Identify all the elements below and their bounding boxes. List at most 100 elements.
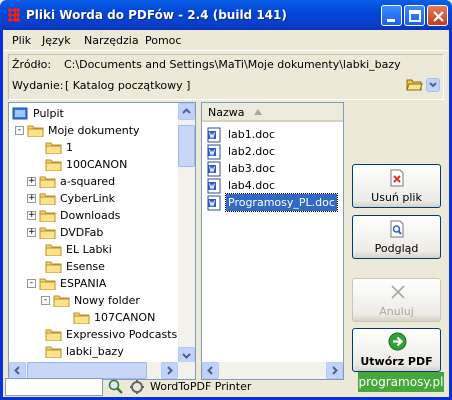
file-list-item[interactable]: lab4.doc xyxy=(206,177,341,194)
source-label: Źródło: xyxy=(12,58,52,71)
tree-item-label: EL Labki xyxy=(66,243,112,256)
remove-file-label: Usuń plik xyxy=(371,191,422,204)
tree-item[interactable]: + DVDFab xyxy=(27,224,195,241)
search-icon[interactable] xyxy=(108,379,124,395)
cancel-x-icon xyxy=(391,285,405,299)
close-icon xyxy=(433,11,444,22)
folder-tree[interactable]: Pulpit - Moje dokumenty 1 100CANON + a-squared… xyxy=(8,102,196,380)
tree-item[interactable]: + a-squared xyxy=(27,173,195,190)
minimize-button[interactable] xyxy=(381,5,402,26)
tree-item[interactable]: 1 xyxy=(45,139,195,156)
menu-narzedzia[interactable]: Narzędzia xyxy=(84,34,139,47)
tree-vertical-scrollbar[interactable] xyxy=(178,103,195,364)
folder-icon xyxy=(73,312,90,324)
file-name: Programosy_PL.doc xyxy=(225,193,338,212)
window-title: Pliki Worda do PDFów - 2.4 (build 141) xyxy=(26,8,287,22)
watermark: programosy.pl xyxy=(358,372,444,392)
tree-item-label: Downloads xyxy=(60,209,121,222)
cancel-button[interactable]: Anuluj xyxy=(352,278,441,322)
tree-item[interactable]: Esense xyxy=(45,258,195,275)
word-document-icon xyxy=(207,195,221,211)
preview-button[interactable]: Podgląd xyxy=(352,215,441,259)
folder-icon xyxy=(45,329,62,341)
open-folder-icon xyxy=(45,346,62,358)
edition-value: [ Katalog początkowy ] xyxy=(65,79,191,92)
expand-toggle-icon[interactable]: + xyxy=(27,211,36,220)
create-pdf-label: Utwórz PDF xyxy=(360,355,433,368)
folder-icon xyxy=(39,176,56,188)
expand-toggle-icon[interactable]: + xyxy=(27,194,36,203)
file-list-item[interactable]: lab3.doc xyxy=(206,160,341,177)
app-icon xyxy=(6,7,22,23)
browse-folder-button[interactable] xyxy=(406,76,423,93)
menu-jezyk[interactable]: Język xyxy=(42,34,71,47)
tree-item[interactable]: - ESPANIA xyxy=(27,275,195,292)
tree-item[interactable]: Pulpit xyxy=(12,105,182,122)
desktop-icon xyxy=(12,107,28,120)
close-button[interactable] xyxy=(427,5,448,26)
scroll-up-button[interactable] xyxy=(178,103,195,120)
collapse-toggle-icon[interactable]: - xyxy=(15,126,24,135)
create-pdf-button[interactable]: Utwórz PDF xyxy=(352,328,441,372)
folder-icon xyxy=(39,227,56,239)
chevron-down-icon xyxy=(429,82,437,88)
folder-icon xyxy=(45,142,62,154)
menu-plik[interactable]: Plik xyxy=(12,34,31,47)
printer-name: WordToPDF Printer xyxy=(150,380,252,393)
app-window: Pliki Worda do PDFów - 2.4 (build 141) P… xyxy=(0,0,452,400)
file-list-item[interactable]: lab2.doc xyxy=(206,143,341,160)
tree-item-label: Pulpit xyxy=(33,107,64,120)
window-client: Plik Język Narzędzia Pomoc Źródło: C:\Do… xyxy=(3,30,449,397)
tree-item-label: 1 xyxy=(66,141,73,154)
tree-item[interactable]: + CyberLink xyxy=(27,190,195,207)
menu-pomoc[interactable]: Pomoc xyxy=(145,34,181,47)
folder-icon xyxy=(39,278,56,290)
collapse-toggle-icon[interactable]: - xyxy=(27,279,36,288)
minimize-icon xyxy=(387,19,395,22)
tree-item-label: Nowy folder xyxy=(74,294,140,307)
preview-document-icon xyxy=(390,220,404,238)
maximize-button[interactable] xyxy=(404,5,425,26)
file-name: lab2.doc xyxy=(228,145,276,158)
folder-icon xyxy=(39,210,56,222)
folder-icon xyxy=(39,193,56,205)
tree-item[interactable]: labki_bazy xyxy=(45,343,195,360)
edition-dropdown-button[interactable] xyxy=(426,78,440,92)
printer-settings-icon[interactable] xyxy=(129,379,145,395)
collapse-toggle-icon[interactable]: - xyxy=(41,296,50,305)
file-list[interactable]: Nazwa lab1.doc lab2.doc lab3.doc lab4.doc Pr… xyxy=(201,102,344,380)
cancel-label: Anuluj xyxy=(379,305,414,318)
column-header-label: Nazwa xyxy=(208,106,245,119)
remove-document-icon xyxy=(390,169,404,187)
tree-item-label: DVDFab xyxy=(60,226,104,239)
edition-label: Wydanie: xyxy=(12,79,64,92)
file-list-item[interactable]: Programosy_PL.doc xyxy=(206,193,341,212)
tree-item[interactable]: EL Labki xyxy=(45,241,195,258)
scroll-thumb[interactable] xyxy=(178,125,195,167)
tree-item[interactable]: - Moje dokumenty xyxy=(15,122,189,139)
word-document-icon xyxy=(207,127,221,143)
tree-item[interactable]: - Nowy folder xyxy=(41,292,195,309)
word-document-icon xyxy=(207,144,221,160)
title-bar[interactable]: Pliki Worda do PDFów - 2.4 (build 141) xyxy=(0,0,452,30)
folder-icon xyxy=(45,244,62,256)
tree-item[interactable]: 100CANON xyxy=(45,156,195,173)
expand-toggle-icon[interactable]: + xyxy=(27,228,36,237)
expand-toggle-icon[interactable]: + xyxy=(27,177,36,186)
column-header-name[interactable]: Nazwa xyxy=(202,103,343,122)
remove-file-button[interactable]: Usuń plik xyxy=(352,164,441,208)
tree-item-label: Moje dokumenty xyxy=(48,124,140,137)
file-name: lab3.doc xyxy=(228,162,276,175)
tree-item-label: Expressivo Podcasts xyxy=(66,328,178,341)
tree-item[interactable]: Expressivo Podcasts xyxy=(45,326,195,343)
file-list-item[interactable]: lab1.doc xyxy=(206,126,341,143)
tree-item-label: 107CANON xyxy=(94,311,156,324)
green-arrow-icon xyxy=(388,332,407,351)
chevron-up-icon xyxy=(182,108,191,114)
menu-bar: Plik Język Narzędzia Pomoc xyxy=(3,30,449,51)
status-input[interactable] xyxy=(5,378,103,396)
tree-item-label: ESPANIA xyxy=(60,277,107,290)
folder-icon xyxy=(45,261,62,273)
tree-item[interactable]: + Downloads xyxy=(27,207,195,224)
tree-item-label: Esense xyxy=(66,260,105,273)
